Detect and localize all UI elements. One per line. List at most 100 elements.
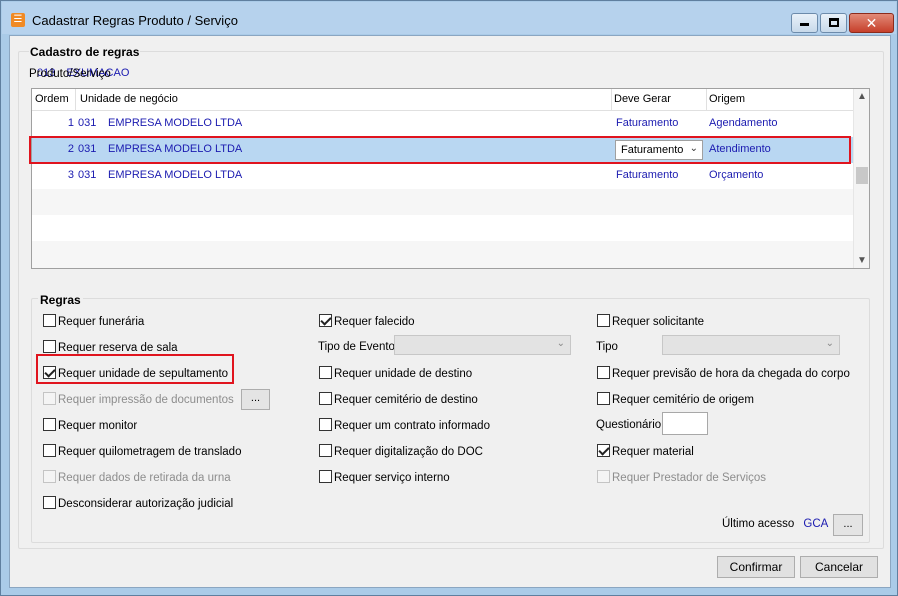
checkbox-label: Requer reserva de sala: [58, 342, 178, 354]
requer-prestador-checkbox: Requer Prestador de Serviços: [597, 470, 766, 485]
requer-quilometragem-checkbox[interactable]: Requer quilometragem de translado: [43, 444, 241, 459]
requer-cemiterio-origem-checkbox[interactable]: Requer cemitério de origem: [597, 392, 754, 407]
checkbox-box[interactable]: [319, 366, 332, 379]
checkbox-box: [43, 392, 56, 405]
requer-solicitante-checkbox[interactable]: Requer solicitante: [597, 314, 704, 329]
checkbox-box-checked[interactable]: [597, 444, 610, 457]
checkbox-box[interactable]: [319, 392, 332, 405]
produto-info: Produto/Serviço 013 EXUMACAO: [29, 67, 129, 80]
impressao-ellipsis-button[interactable]: ...: [241, 389, 270, 410]
chevron-down-icon: ⌄: [556, 338, 565, 349]
checkbox-label: Requer Prestador de Serviços: [612, 472, 767, 484]
checkbox-label: Requer solicitante: [612, 316, 705, 328]
cell-deve-gerar: Faturamento: [616, 117, 679, 129]
tipo-label: Tipo: [596, 341, 618, 353]
empty-row: [32, 241, 853, 268]
cell-origem: Orçamento: [709, 169, 764, 181]
close-icon: ✕: [865, 15, 878, 31]
requer-digitalizacao-checkbox[interactable]: Requer digitalização do DOC: [319, 444, 483, 459]
checkbox-box[interactable]: [43, 496, 56, 509]
requer-material-checkbox[interactable]: Requer material: [597, 444, 694, 459]
cell-codigo: 031: [78, 169, 97, 181]
chevron-down-icon: ⌄: [825, 338, 834, 349]
checkbox-box[interactable]: [43, 444, 56, 457]
cancelar-button[interactable]: Cancelar: [800, 556, 878, 578]
checkbox-box[interactable]: [319, 444, 332, 457]
close-button[interactable]: ✕: [849, 13, 894, 33]
title-bar[interactable]: ☰ Cadastrar Regras Produto / Serviço ✕: [2, 2, 896, 34]
cadastro-legend: Cadastro de regras: [29, 45, 141, 59]
checkbox-label: Desconsiderar autorização judicial: [58, 498, 234, 510]
checkbox-label: Requer previsão de hora da chegada do co…: [612, 368, 850, 380]
table-row[interactable]: 1 031 EMPRESA MODELO LTDA Faturamento Ag…: [32, 111, 853, 137]
ultimo-acesso-value: GCA: [803, 518, 829, 530]
cell-origem: Agendamento: [709, 117, 778, 129]
table-row[interactable]: 3 031 EMPRESA MODELO LTDA Faturamento Or…: [32, 163, 853, 189]
grid-vertical-scrollbar[interactable]: ▲ ▼: [853, 89, 869, 268]
empty-row: [32, 189, 853, 215]
checkbox-label: Requer impressão de documentos: [58, 394, 234, 406]
maximize-icon: [829, 18, 839, 27]
header-origem[interactable]: Origem: [709, 93, 745, 105]
questionario-input[interactable]: [662, 412, 708, 435]
header-divider[interactable]: [611, 89, 612, 111]
minimize-icon: [800, 23, 809, 26]
cell-unidade: EMPRESA MODELO LTDA: [108, 117, 243, 129]
empty-row: [32, 215, 853, 241]
requer-cemiterio-destino-checkbox[interactable]: Requer cemitério de destino: [319, 392, 478, 407]
scroll-thumb[interactable]: [856, 167, 868, 184]
requer-contrato-checkbox[interactable]: Requer um contrato informado: [319, 418, 490, 433]
requer-previsao-hora-checkbox[interactable]: Requer previsão de hora da chegada do co…: [597, 366, 850, 381]
header-deve-gerar[interactable]: Deve Gerar: [614, 93, 671, 105]
header-unidade[interactable]: Unidade de negócio: [80, 93, 178, 105]
cell-ordem: 1: [67, 117, 74, 129]
dialog-client-area: Cadastro de regras Produto/Serviço 013 E…: [9, 35, 891, 588]
checkbox-label: Requer unidade de destino: [334, 368, 473, 380]
scroll-up-icon[interactable]: ▲: [857, 91, 867, 102]
checkbox-label: Requer cemitério de origem: [612, 394, 754, 406]
checkbox-label: Requer dados de retirada da urna: [58, 472, 231, 484]
ultimo-acesso-button[interactable]: ...: [833, 514, 863, 536]
checkbox-label: Requer cemitério de destino: [334, 394, 478, 406]
maximize-button[interactable]: [820, 13, 847, 33]
scroll-down-icon[interactable]: ▼: [857, 255, 867, 266]
checkbox-box[interactable]: [43, 340, 56, 353]
confirmar-button[interactable]: Confirmar: [717, 556, 795, 578]
checkbox-box[interactable]: [597, 366, 610, 379]
checkbox-box-checked[interactable]: [319, 314, 332, 327]
minimize-button[interactable]: [791, 13, 818, 33]
requer-unidade-destino-checkbox[interactable]: Requer unidade de destino: [319, 366, 472, 381]
highlight-selected-row: [29, 136, 851, 164]
checkbox-box[interactable]: [319, 418, 332, 431]
regras-legend: Regras: [38, 293, 83, 307]
highlight-sepultamento: [36, 354, 234, 384]
requer-servico-interno-checkbox[interactable]: Requer serviço interno: [319, 470, 450, 485]
tipo-select: ⌄: [662, 335, 840, 355]
window-title: Cadastrar Regras Produto / Serviço: [32, 13, 238, 28]
requer-retirada-urna-checkbox: Requer dados de retirada da urna: [43, 470, 231, 485]
checkbox-label: Requer um contrato informado: [334, 420, 490, 432]
header-ordem[interactable]: Ordem: [35, 93, 69, 105]
checkbox-box[interactable]: [597, 314, 610, 327]
header-divider[interactable]: [75, 89, 76, 111]
checkbox-box[interactable]: [43, 314, 56, 327]
app-logo-icon: ☰: [11, 13, 25, 27]
ultimo-acesso: Último acesso GCA: [722, 518, 828, 530]
checkbox-box[interactable]: [319, 470, 332, 483]
unidades-grid[interactable]: Ordem Unidade de negócio Deve Gerar Orig…: [31, 88, 870, 269]
cell-codigo: 031: [78, 117, 97, 129]
tipo-evento-select: ⌄: [394, 335, 571, 355]
desconsiderar-autorizacao-checkbox[interactable]: Desconsiderar autorização judicial: [43, 496, 233, 511]
requer-reserva-sala-checkbox[interactable]: Requer reserva de sala: [43, 340, 178, 355]
questionario-label: Questionário: [596, 419, 662, 431]
requer-monitor-checkbox[interactable]: Requer monitor: [43, 418, 137, 433]
header-divider[interactable]: [706, 89, 707, 111]
requer-falecido-checkbox[interactable]: Requer falecido: [319, 314, 415, 329]
requer-funeraria-checkbox[interactable]: Requer funerária: [43, 314, 144, 329]
checkbox-box[interactable]: [597, 392, 610, 405]
checkbox-label: Requer serviço interno: [334, 472, 450, 484]
checkbox-box: [43, 470, 56, 483]
checkbox-label: Requer material: [612, 446, 694, 458]
requer-impressao-documentos-checkbox: Requer impressão de documentos: [43, 392, 234, 407]
checkbox-box[interactable]: [43, 418, 56, 431]
